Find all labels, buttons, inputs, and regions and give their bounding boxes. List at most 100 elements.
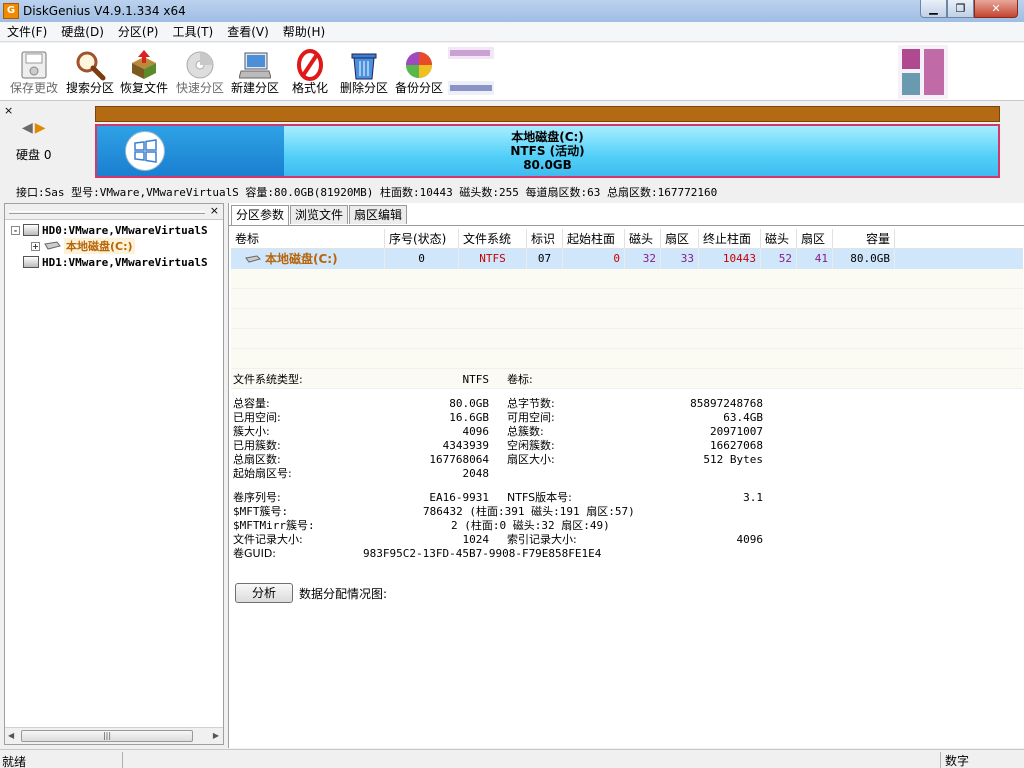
menu-file[interactable]: 文件(F) [0,22,54,42]
cluster-size-label: 簇大小: [233,425,270,438]
recover-files-button[interactable]: 恢复文件 [116,47,172,99]
menu-tools[interactable]: 工具(T) [166,22,221,42]
next-disk-arrow-icon[interactable]: ▶ [35,120,46,136]
tab-sector-edit[interactable]: 扇区编辑 [349,205,408,224]
total-bytes-value: 85897248768 [690,397,763,410]
format-prohibit-icon [294,49,326,81]
free-space-value: 63.4GB [723,411,763,424]
format-button[interactable]: 格式化 [282,47,338,99]
tree-panel-header: × [5,204,223,220]
col-index-status[interactable]: 序号(状态) [385,229,459,249]
col-id[interactable]: 标识 [527,229,563,249]
total-bytes-label: 总字节数: [507,397,555,410]
delete-partition-button[interactable]: 删除分区 [336,47,392,99]
cell-end-sector: 41 [797,249,833,269]
ad-banner-left [448,45,496,97]
close-button[interactable]: ✕ [974,0,1018,18]
tree-item-partition-c[interactable]: + 本地磁盘(C:) [31,238,135,254]
col-end-sector[interactable]: 扇区 [797,229,833,249]
status-text: 就绪 [2,755,27,768]
menu-partition[interactable]: 分区(P) [111,22,166,42]
disk-label: 硬盘 0 [16,148,52,162]
tree-collapse-icon[interactable]: - [11,225,20,235]
backup-partition-button[interactable]: 备份分区 [391,47,447,99]
scroll-left-arrow-icon[interactable]: ◀ [8,731,14,740]
new-partition-button[interactable]: 新建分区 [227,47,283,99]
tab-partition-params[interactable]: 分区参数 [231,205,290,226]
backup-pie-icon [403,49,435,81]
free-clusters-value: 16627068 [710,439,763,452]
col-filesystem[interactable]: 文件系统 [459,229,527,249]
menu-view[interactable]: 查看(V) [220,22,276,42]
mft-cluster-value: 786432 (柱面:391 磁头:191 扇区:57) [423,505,635,518]
total-capacity-label: 总容量: [233,397,270,410]
total-clusters-label: 总簇数: [507,425,544,438]
total-capacity-value: 80.0GB [449,397,489,410]
scrollbar-thumb[interactable]: ||| [21,730,193,742]
partition-drive-icon [245,255,261,263]
tree-panel-grip[interactable] [9,211,205,214]
menu-disk[interactable]: 硬盘(D) [54,22,111,42]
save-disk-icon [18,49,50,81]
col-start-cylinder[interactable]: 起始柱面 [563,229,625,249]
cell-start-cylinder: 0 [563,249,625,269]
menu-help[interactable]: 帮助(H) [276,22,332,42]
partition-block-size: 80.0GB [523,158,572,172]
hard-disk-icon [23,256,39,268]
disk-panel-close-button[interactable]: × [4,104,13,117]
free-space-label: 可用空间: [507,411,555,424]
analyze-button[interactable]: 分析 [235,583,293,603]
disk-nav-arrows: ◀ ▶ [22,120,46,136]
toolbar: 保存更改 搜索分区 恢复文件 快速分区 新建分区 格式化 删除分区 备份分区 [0,43,1024,101]
partition-block-c[interactable]: 本地磁盘(C:) NTFS (活动) 80.0GB [95,124,1000,178]
recover-box-icon [128,49,160,81]
tree-horizontal-scrollbar[interactable]: ◀ ||| ▶ [5,727,223,744]
app-logo-icon: G [3,3,19,19]
partition-block-label: 本地磁盘(C:) NTFS (活动) 80.0GB [97,130,998,172]
table-row[interactable]: 本地磁盘(C:) 0 NTFS 07 0 32 33 10443 52 41 8… [231,249,1023,269]
tree-panel-close-button[interactable]: × [210,204,219,217]
search-partition-button[interactable]: 搜索分区 [62,47,118,99]
cell-volume-label: 本地磁盘(C:) [231,249,385,269]
window-title: DiskGenius V4.9.1.334 x64 [23,4,186,18]
partition-drive-icon [43,241,61,251]
quick-partition-button[interactable]: 快速分区 [172,47,228,99]
magnifier-icon [74,49,106,81]
new-partition-computer-icon [238,49,272,81]
col-start-head[interactable]: 磁头 [625,229,661,249]
previous-disk-arrow-icon[interactable]: ◀ [22,120,33,136]
minimize-button[interactable]: ▁ [920,0,947,18]
col-capacity[interactable]: 容量 [833,229,895,249]
used-clusters-value: 4343939 [442,439,489,452]
disk-header-bar[interactable] [95,106,1000,122]
maximize-button[interactable]: ❐ [947,0,974,18]
trash-can-icon [348,49,380,81]
tree-item-hd0[interactable]: - HD0:VMware,VMwareVirtualS [11,222,208,238]
title-bar: G DiskGenius V4.9.1.334 x64 ▁ ❐ ✕ [0,0,1024,22]
tree-item-label: HD0:VMware,VMwareVirtualS [42,223,208,237]
tree-item-hd1[interactable]: HD1:VMware,VMwareVirtualS [11,254,208,270]
tree-expand-icon[interactable]: + [31,241,40,251]
col-end-head[interactable]: 磁头 [761,229,797,249]
hard-disk-icon [23,224,39,236]
menu-bar: 文件(F) 硬盘(D) 分区(P) 工具(T) 查看(V) 帮助(H) [0,22,1024,42]
tree-item-label: HD1:VMware,VMwareVirtualS [42,255,208,269]
partition-block-name: 本地磁盘(C:) [511,130,584,144]
used-space-value: 16.6GB [449,411,489,424]
total-sectors-value: 167768064 [429,453,489,466]
mft-cluster-label: $MFT簇号: [233,505,289,518]
save-changes-button[interactable]: 保存更改 [6,47,62,99]
fs-volume-label: 卷标: [507,373,533,386]
disk-info-line: 接口:Sas 型号:VMware,VMwareVirtualS 容量:80.0G… [16,186,718,199]
file-record-size-label: 文件记录大小: [233,533,303,546]
tab-browse-files[interactable]: 浏览文件 [290,205,349,224]
details-tabs: 分区参数 浏览文件 扇区编辑 [231,205,408,226]
partition-table-header: 卷标 序号(状态) 文件系统 标识 起始柱面 磁头 扇区 终止柱面 磁头 扇区 … [231,229,1023,249]
col-end-cylinder[interactable]: 终止柱面 [699,229,761,249]
cell-end-head: 52 [761,249,797,269]
col-volume-label[interactable]: 卷标 [231,229,385,249]
scroll-right-arrow-icon[interactable]: ▶ [213,731,219,740]
volume-guid-value: 983F95C2-13FD-45B7-9908-F79E858FE1E4 [363,547,602,560]
cell-capacity: 80.0GB [833,249,895,269]
col-start-sector[interactable]: 扇区 [661,229,699,249]
